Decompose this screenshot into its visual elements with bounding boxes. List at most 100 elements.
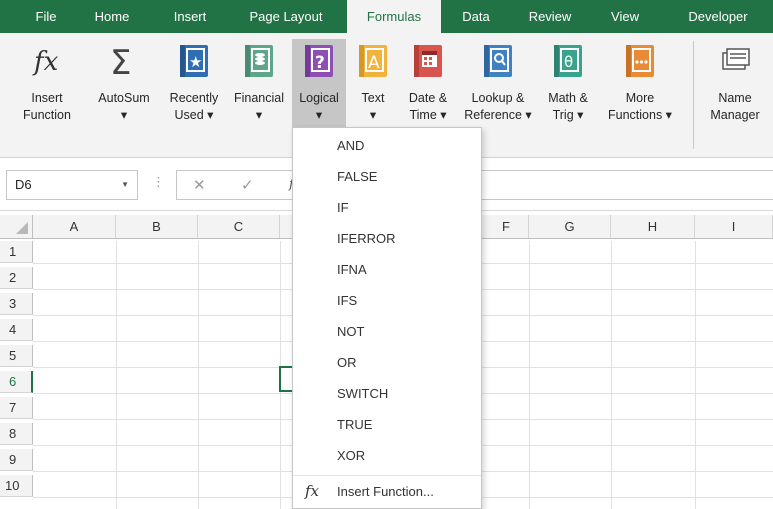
name-manager-label-2: Manager — [710, 108, 760, 122]
row-header-10[interactable]: 10 — [0, 475, 33, 497]
gridline — [695, 241, 696, 509]
autosum-button[interactable]: Σ AutoSum ▾ — [90, 39, 158, 149]
tab-file[interactable]: File — [24, 0, 68, 33]
logical-button[interactable]: ? Logical ▾ — [292, 39, 346, 131]
menu-item-false[interactable]: FALSE — [293, 161, 481, 192]
ribbon-tab-bar: File Home Insert Page Layout Formulas Da… — [0, 0, 773, 35]
math-trig-button[interactable]: θ Math & Trig ▾ — [538, 39, 598, 149]
name-manager-icon — [722, 48, 750, 70]
more-functions-label-2: Functions ▾ — [608, 108, 672, 122]
text-label: Text — [361, 91, 385, 105]
svg-text:?: ? — [315, 53, 325, 73]
gridline — [198, 241, 199, 509]
insert-function-label-2: Function — [23, 108, 71, 122]
cancel-icon[interactable]: ✕ — [193, 176, 206, 194]
lookup-book-icon — [484, 45, 512, 77]
recently-used-label-1: Recently — [169, 91, 219, 105]
column-header-a[interactable]: A — [33, 215, 116, 239]
row-header-4[interactable]: 4 — [0, 319, 33, 341]
menu-item-or[interactable]: OR — [293, 347, 481, 378]
autosum-caret: ▾ — [120, 108, 128, 122]
text-book-icon: A — [359, 45, 387, 77]
financial-book-icon — [245, 45, 273, 77]
more-book-icon — [626, 45, 654, 77]
financial-label: Financial — [233, 91, 285, 105]
more-functions-button[interactable]: More Functions ▾ — [600, 39, 680, 149]
menu-item-xor[interactable]: XOR — [293, 440, 481, 471]
menu-item-ifs[interactable]: IFS — [293, 285, 481, 316]
fx-icon: fx — [305, 482, 320, 500]
financial-button[interactable]: Financial ▾ — [228, 39, 290, 149]
row-header-7[interactable]: 7 — [0, 397, 33, 419]
ribbon-group-separator — [693, 41, 694, 149]
tab-developer[interactable]: Developer — [668, 0, 768, 33]
tab-review[interactable]: Review — [516, 0, 584, 33]
row-header-1[interactable]: 1 — [0, 241, 33, 263]
select-all-corner[interactable] — [0, 215, 33, 239]
column-header-g[interactable]: G — [529, 215, 611, 239]
logical-functions-menu: AND FALSE IF IFERROR IFNA IFS NOT OR SWI… — [292, 127, 482, 509]
recently-used-label-2: Used ▾ — [174, 108, 214, 122]
svg-text:Σ: Σ — [110, 43, 131, 79]
insert-function-label-1: Insert — [31, 91, 63, 105]
svg-text:A: A — [368, 53, 380, 73]
row-header-3[interactable]: 3 — [0, 293, 33, 315]
fx-icon: fx — [32, 47, 59, 77]
drag-handle-icon[interactable]: ⋮ — [152, 174, 165, 190]
math-trig-label-1: Math & — [548, 91, 588, 105]
chevron-down-icon[interactable]: ▼ — [121, 171, 129, 199]
row-header-5[interactable]: 5 — [0, 345, 33, 367]
menu-item-insert-function[interactable]: fx Insert Function... — [293, 475, 481, 506]
menu-item-ifna[interactable]: IFNA — [293, 254, 481, 285]
gridline — [529, 241, 530, 509]
column-header-h[interactable]: H — [611, 215, 695, 239]
more-functions-label-1: More — [625, 91, 655, 105]
row-header-6[interactable]: 6 — [0, 371, 33, 393]
logical-caret: ▾ — [315, 108, 323, 122]
math-trig-label-2: Trig ▾ — [552, 108, 584, 122]
star-book-icon: ★ — [180, 45, 208, 77]
enter-check-icon[interactable]: ✓ — [241, 176, 254, 194]
row-header-8[interactable]: 8 — [0, 423, 33, 445]
lookup-reference-label-1: Lookup & — [471, 91, 525, 105]
menu-item-not[interactable]: NOT — [293, 316, 481, 347]
theta-book-icon: θ — [554, 45, 582, 77]
column-header-c[interactable]: C — [198, 215, 280, 239]
tab-formulas[interactable]: Formulas — [347, 0, 441, 35]
insert-function-button[interactable]: fx Insert Function — [8, 39, 86, 149]
row-header-2[interactable]: 2 — [0, 267, 33, 289]
date-time-label-2: Time ▾ — [409, 108, 447, 122]
gridline — [116, 241, 117, 509]
text-caret: ▾ — [369, 108, 377, 122]
menu-item-switch[interactable]: SWITCH — [293, 378, 481, 409]
menu-item-and[interactable]: AND — [293, 130, 481, 161]
name-box[interactable]: D6 ▼ — [6, 170, 138, 200]
menu-item-if[interactable]: IF — [293, 192, 481, 223]
tab-page-layout[interactable]: Page Layout — [236, 0, 336, 33]
tab-insert[interactable]: Insert — [160, 0, 220, 33]
menu-item-iferror[interactable]: IFERROR — [293, 223, 481, 254]
recently-used-button[interactable]: ★ Recently Used ▾ — [160, 39, 228, 149]
date-time-label-1: Date & — [408, 91, 448, 105]
calendar-book-icon — [414, 45, 442, 77]
tab-view[interactable]: View — [601, 0, 649, 33]
column-header-i[interactable]: I — [695, 215, 773, 239]
logical-book-icon: ? — [305, 45, 333, 77]
svg-text:fx: fx — [32, 47, 59, 77]
logical-label: Logical — [299, 91, 339, 105]
svg-text:★: ★ — [189, 53, 202, 71]
row-header-9[interactable]: 9 — [0, 449, 33, 471]
tab-data[interactable]: Data — [452, 0, 500, 33]
lookup-reference-label-2: Reference ▾ — [464, 108, 532, 122]
financial-caret: ▾ — [255, 108, 263, 122]
gridline — [611, 241, 612, 509]
name-box-value: D6 — [15, 177, 32, 192]
autosum-label: AutoSum — [98, 91, 150, 105]
menu-item-true[interactable]: TRUE — [293, 409, 481, 440]
tab-home[interactable]: Home — [82, 0, 142, 33]
name-manager-button[interactable]: Name Manager — [700, 39, 770, 149]
insert-function-menu-label: Insert Function... — [337, 484, 434, 499]
column-header-b[interactable]: B — [116, 215, 198, 239]
svg-text:θ: θ — [564, 53, 573, 71]
sigma-icon: Σ — [110, 43, 131, 79]
